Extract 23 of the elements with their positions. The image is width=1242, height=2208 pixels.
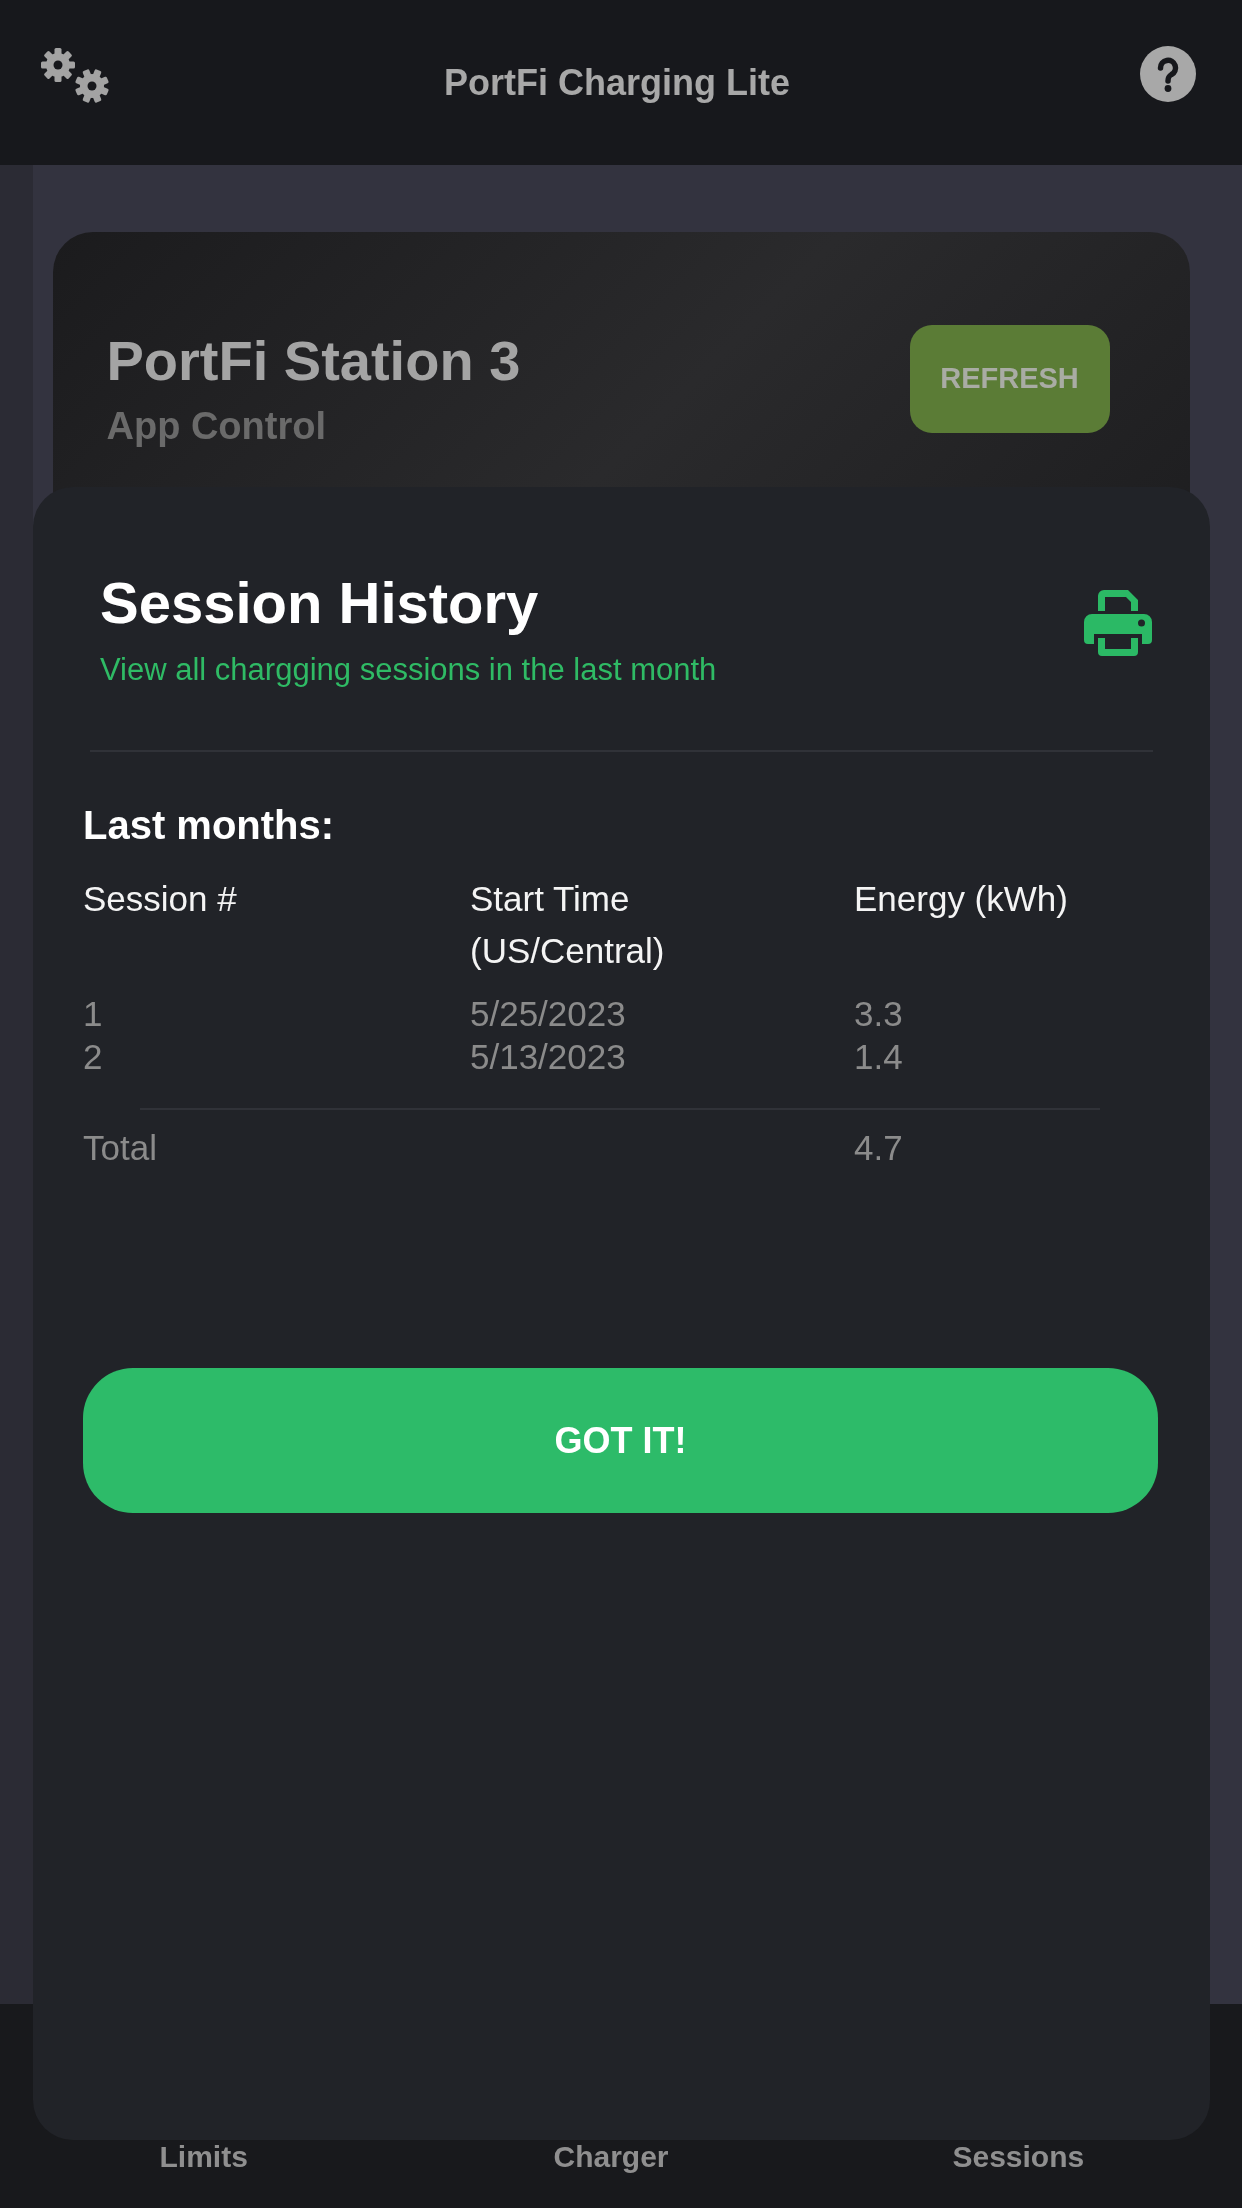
table-cell: 5/13/2023 (470, 1037, 626, 1076)
table-cell: 2 (83, 1037, 103, 1076)
column-header: Energy (kWh) (854, 879, 1068, 918)
table-cell: 1 (83, 994, 103, 1033)
section-title: Last months: (83, 802, 335, 849)
dialog-title: Session History (100, 571, 540, 635)
help-icon[interactable] (1140, 45, 1196, 102)
total-label: Total (83, 1128, 157, 1167)
settings-icon[interactable] (38, 47, 110, 104)
total-value: 4.7 (854, 1128, 903, 1167)
station-name: PortFi Station 3 (106, 328, 521, 394)
column-header: Start Time (US/Central) (470, 879, 665, 970)
nav-tab[interactable]: Charger (553, 2138, 669, 2176)
table-cell: 3.3 (854, 994, 903, 1033)
nav-tab[interactable]: Sessions (952, 2138, 1085, 2176)
dialog-subtitle: View all chargging sessions in the last month (100, 651, 717, 689)
app-title: PortFi Charging Lite (444, 60, 790, 105)
table-cell: 1.4 (854, 1037, 903, 1076)
column-header: Session # (83, 879, 237, 918)
nav-tab[interactable]: Limits (159, 2138, 248, 2176)
table-cell: 5/25/2023 (470, 994, 626, 1033)
print-icon[interactable] (1084, 590, 1152, 656)
control-mode: App Control (106, 404, 327, 449)
